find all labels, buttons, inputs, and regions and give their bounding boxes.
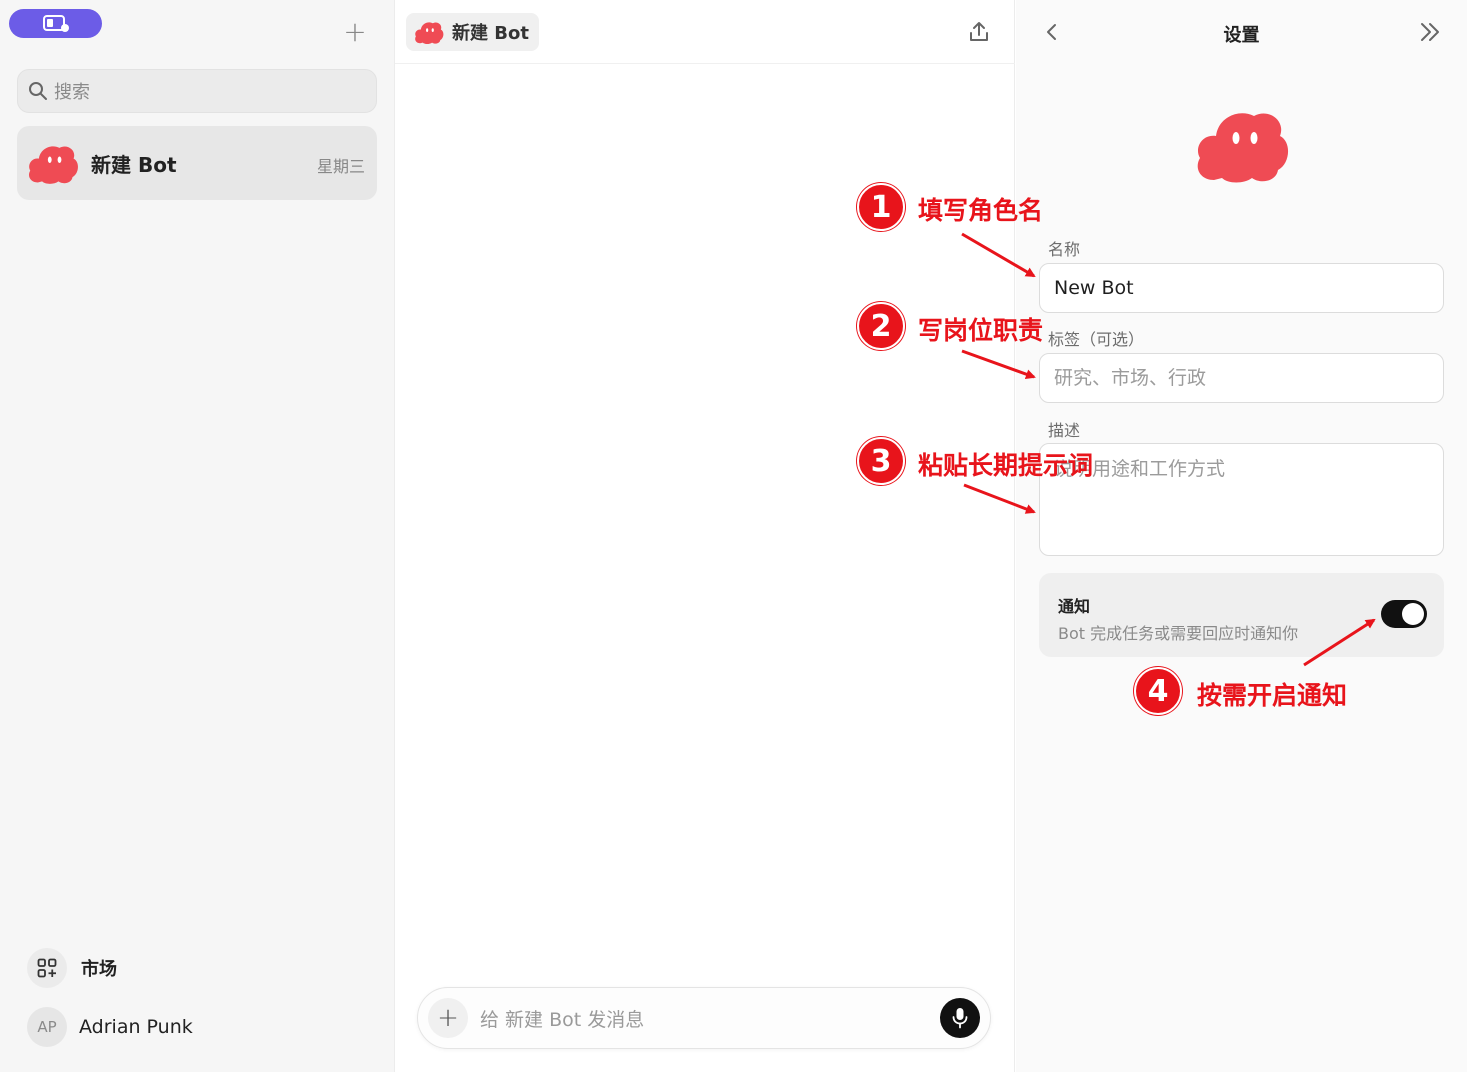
microphone-icon: [952, 1008, 968, 1029]
chat-area: 新建 Bot + 给 新建 Bot 发消息: [395, 0, 1015, 1072]
notification-setting: 通知 Bot 完成任务或需要回应时通知你: [1039, 573, 1444, 657]
tag-placeholder: 研究、市场、行政: [1054, 367, 1207, 389]
settings-title: 设置: [1223, 25, 1260, 46]
plus-icon: +: [343, 15, 367, 48]
message-composer[interactable]: + 给 新建 Bot 发消息: [417, 987, 991, 1049]
sidebar: + 搜索 新建 Bot 星期三 市场 AP Adrian Punk: [0, 0, 395, 1072]
sidebar-panel-icon: [42, 14, 69, 32]
user-name: Adrian Punk: [79, 1016, 193, 1038]
search-input[interactable]: 搜索: [17, 69, 377, 113]
chat-item-name: 新建 Bot: [91, 152, 177, 177]
avatar: AP: [27, 1007, 67, 1047]
annotation-number-2: 2: [857, 302, 905, 350]
settings-panel: 设置 名称 New Bot 标签（可选） 研究、市场、行政 描述 说明用途和工作…: [1016, 0, 1467, 1072]
annotation-text-4: 按需开启通知: [1197, 681, 1348, 710]
annotation-number-4: 4: [1134, 667, 1182, 715]
name-label: 名称: [1048, 240, 1081, 259]
search-icon: [29, 82, 47, 100]
share-icon[interactable]: [967, 20, 991, 44]
chat-list-item[interactable]: 新建 Bot 星期三: [17, 126, 377, 200]
annotation-text-2: 写岗位职责: [918, 316, 1044, 345]
annotation-text-3: 粘贴长期提示词: [918, 451, 1094, 480]
name-field[interactable]: New Bot: [1039, 263, 1444, 313]
chat-header: 新建 Bot: [395, 0, 1015, 64]
description-field[interactable]: 说明用途和工作方式: [1039, 443, 1444, 556]
voice-button[interactable]: [940, 998, 980, 1038]
attach-button[interactable]: +: [428, 998, 468, 1038]
description-label: 描述: [1048, 421, 1081, 440]
bot-avatar-icon: [28, 146, 78, 184]
chat-item-date: 星期三: [316, 157, 365, 176]
bot-avatar-icon: [415, 22, 444, 45]
message-input[interactable]: 给 新建 Bot 发消息: [480, 1005, 940, 1032]
notification-title: 通知: [1058, 597, 1091, 616]
search-placeholder: 搜索: [54, 82, 90, 103]
sidebar-toggle-button[interactable]: [9, 9, 102, 38]
user-profile[interactable]: AP Adrian Punk: [27, 1007, 193, 1047]
bot-avatar-icon[interactable]: [1194, 104, 1290, 184]
market-link[interactable]: 市场: [27, 948, 117, 988]
notification-description: Bot 完成任务或需要回应时通知你: [1058, 624, 1299, 643]
bot-chip-name: 新建 Bot: [452, 23, 529, 44]
plus-icon: +: [437, 1003, 459, 1033]
annotation-text-1: 填写角色名: [918, 196, 1044, 225]
notification-toggle[interactable]: [1381, 600, 1427, 628]
annotation-number-3: 3: [857, 437, 905, 485]
apps-grid-icon: [37, 958, 57, 978]
bot-switcher[interactable]: 新建 Bot: [406, 13, 539, 51]
new-chat-button[interactable]: +: [340, 18, 370, 46]
toggle-knob: [1402, 603, 1424, 625]
double-chevron-right-icon[interactable]: [1417, 20, 1443, 44]
tag-field[interactable]: 研究、市场、行政: [1039, 353, 1444, 403]
market-icon-wrap: [27, 948, 67, 988]
name-value: New Bot: [1054, 277, 1134, 299]
annotation-number-1: 1: [857, 183, 905, 231]
market-label: 市场: [81, 959, 117, 980]
tag-label: 标签（可选）: [1048, 330, 1145, 349]
